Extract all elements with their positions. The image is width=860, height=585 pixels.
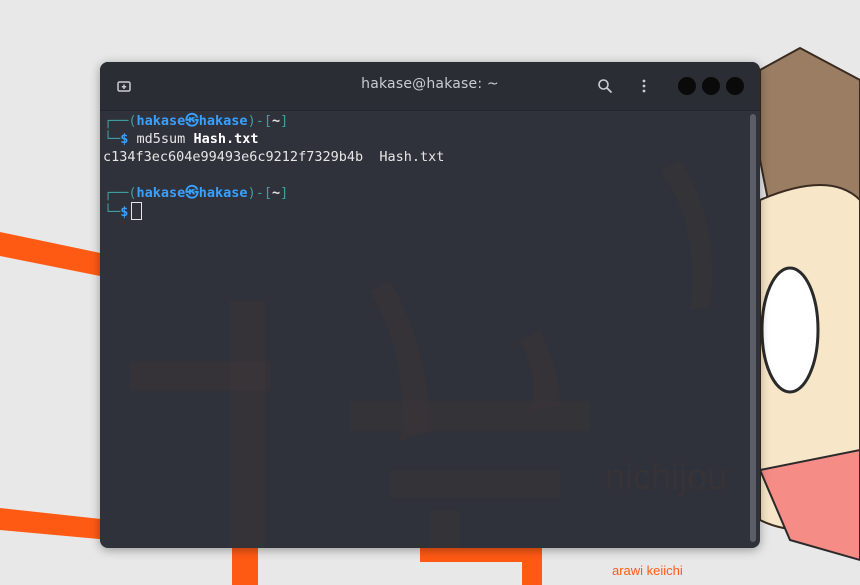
prompt-path: ~ <box>271 113 281 129</box>
vertical-scrollbar[interactable] <box>750 114 756 542</box>
command-line-1: └─$ md5sum Hash.txt <box>104 130 258 148</box>
prompt-user: hakase㉿hakase <box>136 113 248 129</box>
command-output: c134f3ec604e99493e6c9212f7329b4b Hash.tx… <box>103 149 445 165</box>
text-cursor <box>131 202 143 220</box>
prompt-frame-bottom: └─ <box>104 204 121 220</box>
command-argument: Hash.txt <box>193 131 259 147</box>
minimize-button[interactable] <box>678 77 696 95</box>
prompt-dollar: $ <box>120 131 137 147</box>
prompt-bracket: )-[ <box>247 113 272 129</box>
prompt-user: hakase㉿hakase <box>136 185 248 201</box>
window-title: hakase@hakase: ~ <box>361 76 499 92</box>
terminal-watermark: nichijou <box>130 161 727 548</box>
command-text: md5sum <box>136 131 194 147</box>
prompt-line-2-top: ┌──(hakase㉿hakase)-[~] <box>104 184 288 202</box>
search-icon[interactable] <box>595 76 615 96</box>
prompt-path: ~ <box>271 185 281 201</box>
terminal-window[interactable]: hakase@hakase: ~ nichijou ┌──(hakase㉿hak… <box>100 62 760 548</box>
prompt-frame: ┌──( <box>104 113 137 129</box>
watermark-text: nichijou <box>605 456 727 497</box>
close-button[interactable] <box>726 77 744 95</box>
kebab-menu-icon[interactable] <box>634 76 654 96</box>
command-line-2[interactable]: └─$ <box>104 202 143 220</box>
prompt-frame: ┌──( <box>104 185 137 201</box>
prompt-bracket-end: ] <box>280 185 289 201</box>
prompt-dollar: $ <box>120 204 129 220</box>
wallpaper-credit: arawi keiichi <box>612 563 683 578</box>
prompt-bracket: )-[ <box>247 185 272 201</box>
prompt-line-1-top: ┌──(hakase㉿hakase)-[~] <box>104 112 288 130</box>
maximize-button[interactable] <box>702 77 720 95</box>
title-bar[interactable]: hakase@hakase: ~ <box>100 62 760 111</box>
prompt-bracket-end: ] <box>280 113 289 129</box>
terminal-content[interactable]: nichijou ┌──(hakase㉿hakase)-[~] └─$ md5s… <box>100 111 760 548</box>
prompt-frame-bottom: └─ <box>104 131 121 147</box>
